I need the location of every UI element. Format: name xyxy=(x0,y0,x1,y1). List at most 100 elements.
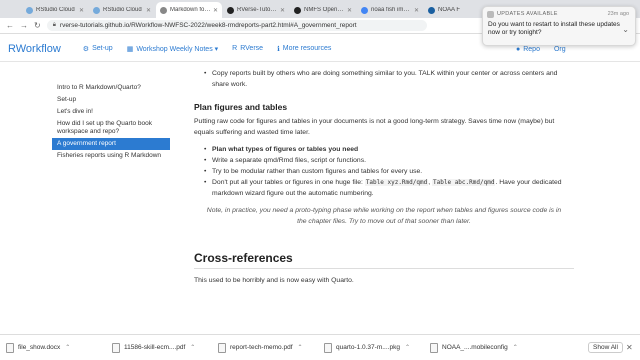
downloads-bar: file_show.docx ⌃ 11586-skill-ecm....pdf … xyxy=(0,334,640,360)
info-icon: ℹ xyxy=(277,45,280,53)
calendar-icon: ▦ xyxy=(126,45,134,53)
download-item[interactable]: 11586-skill-ecm....pdf ⌃ xyxy=(112,342,208,353)
section-heading-plan: Plan figures and tables xyxy=(194,102,288,112)
download-name: 11586-skill-ecm....pdf xyxy=(124,344,186,351)
browser-tab-nmfs[interactable]: NMFS Open Science ✕ xyxy=(290,2,356,18)
toc-item-fisheries-reports[interactable]: Fisheries reports using R Markdown xyxy=(52,150,170,162)
list-item: Write a separate qmd/Rmd files, script o… xyxy=(194,155,574,166)
chevron-up-icon[interactable]: ⌃ xyxy=(513,344,518,351)
download-name: file_show.docx xyxy=(18,344,61,351)
close-icon[interactable]: ✕ xyxy=(278,7,285,14)
rstudio-icon xyxy=(93,6,100,14)
notification-time: 23m ago xyxy=(607,11,629,17)
chevron-up-icon[interactable]: ⌃ xyxy=(298,344,303,351)
browser-tab-rstudio-cloud-2[interactable]: RStudio Cloud ✕ xyxy=(89,2,155,18)
nav-link-resources[interactable]: ℹ More resources xyxy=(277,45,331,53)
r-icon: R xyxy=(232,45,238,52)
file-icon xyxy=(430,342,438,353)
browser-tab-noaa[interactable]: NOAA F xyxy=(424,2,490,18)
toc-item-setup[interactable]: Set-up xyxy=(52,94,170,106)
tab-label: RStudio Cloud xyxy=(36,7,75,13)
toc-item-quarto-setup[interactable]: How did I set up the Quarto book workspa… xyxy=(52,118,170,138)
close-icon[interactable]: ✕ xyxy=(345,7,352,14)
github-icon: ● xyxy=(516,45,521,53)
list-item-bold: Plan what types of figures or tables you… xyxy=(212,146,359,153)
forward-icon[interactable]: → xyxy=(20,21,28,30)
toc-item-dive-in[interactable]: Let's dive in! xyxy=(52,106,170,118)
chevron-down-icon[interactable]: ⌄ xyxy=(622,25,629,34)
download-name: NOAA_....mobileconfig xyxy=(442,344,508,351)
section-heading-cross-references: Cross-references xyxy=(194,251,293,265)
list-item-text: Don't put all your tables or figures in … xyxy=(212,179,365,186)
notification-body: Do you want to restart to install these … xyxy=(488,21,620,36)
noaa-icon xyxy=(428,6,435,14)
file-icon xyxy=(218,342,226,353)
file-icon xyxy=(6,342,14,353)
nav-link-rverse[interactable]: R RVerse xyxy=(232,45,263,52)
tab-label: Markdown for R xyxy=(170,7,211,13)
browser-tab-rverse-tutorials[interactable]: RVerse-Tutorials/C ✕ xyxy=(223,2,289,18)
gear-icon: ⚙ xyxy=(82,45,90,53)
rstudio-icon xyxy=(26,6,33,14)
main-content: Copy reports built by others who are doi… xyxy=(194,62,574,286)
github-icon xyxy=(294,6,301,14)
download-item[interactable]: NOAA_....mobileconfig ⌃ xyxy=(430,342,526,353)
chevron-up-icon[interactable]: ⌃ xyxy=(405,344,410,351)
nav-link-org[interactable]: Org xyxy=(554,46,566,53)
reload-icon[interactable]: ↻ xyxy=(34,21,41,30)
google-icon xyxy=(361,6,368,14)
close-icon[interactable]: ✕ xyxy=(77,7,84,14)
site-brand[interactable]: RWorkflow xyxy=(8,43,61,55)
nav-link-setup[interactable]: ⚙ Set-up xyxy=(83,45,113,53)
file-icon xyxy=(324,342,332,353)
italic-note: Note, in practice, you need a proto-typi… xyxy=(206,207,562,225)
browser-tab-markdown[interactable]: Markdown for R ✕ xyxy=(156,2,222,18)
file-icon xyxy=(112,342,120,353)
inline-code: Table abc.Rmd/qmd xyxy=(432,179,496,186)
tab-label: NMFS Open Science xyxy=(304,7,345,13)
heading-divider xyxy=(194,268,574,269)
download-name: quarto-1.0.37-m....pkg xyxy=(336,344,400,351)
update-notification[interactable]: UPDATES AVAILABLE 23m ago Do you want to… xyxy=(482,6,636,46)
nav-link-label: More resources xyxy=(282,45,332,52)
toc-item-government-report[interactable]: A government report xyxy=(52,138,170,150)
download-name: report-tech-memo.pdf xyxy=(230,344,293,351)
close-icon[interactable]: ✕ xyxy=(626,343,633,352)
download-item[interactable]: quarto-1.0.37-m....pkg ⌃ xyxy=(324,342,420,353)
close-icon[interactable]: ✕ xyxy=(412,7,419,14)
tab-label: RVerse-Tutorials/C xyxy=(237,7,278,13)
toc-item-intro[interactable]: Intro to R Markdown/Quarto? xyxy=(52,82,170,94)
list-item: Don't put all your tables or figures in … xyxy=(194,177,574,199)
url-text: rverse-tutorials.github.io/RWorkflow-NWF… xyxy=(59,22,357,29)
app-icon xyxy=(487,11,494,18)
download-item[interactable]: report-tech-memo.pdf ⌃ xyxy=(218,342,314,353)
inline-code: Table xyz.Rmd/qmd xyxy=(364,179,429,186)
browser-tab-google[interactable]: noaa fish image - G ✕ xyxy=(357,2,423,18)
nav-link-repo[interactable]: ● Repo xyxy=(516,46,540,53)
browser-tab-rstudio-cloud-1[interactable]: RStudio Cloud ✕ xyxy=(22,2,88,18)
plan-list: Plan what types of figures or tables you… xyxy=(194,144,574,199)
paragraph-plan: Putting raw code for figures and tables … xyxy=(194,118,555,136)
nav-link-label: Org xyxy=(553,45,566,53)
github-icon xyxy=(227,6,234,14)
toc-sidebar: Intro to R Markdown/Quarto? Set-up Let's… xyxy=(52,82,170,162)
list-item: Plan what types of figures or tables you… xyxy=(194,144,574,155)
download-item[interactable]: file_show.docx ⌃ xyxy=(6,342,102,353)
page-icon xyxy=(160,6,167,14)
list-item: Copy reports built by others who are doi… xyxy=(194,68,574,90)
nav-link-label: Repo xyxy=(523,45,540,53)
lock-icon: 🔒︎ xyxy=(52,22,56,28)
chevron-up-icon[interactable]: ⌃ xyxy=(190,344,195,351)
nav-link-label: RVerse xyxy=(240,45,264,52)
nav-link-label: Set-up xyxy=(92,45,113,52)
back-icon[interactable]: ← xyxy=(6,21,14,30)
nav-link-label: Workshop Weekly Notes ▾ xyxy=(136,45,219,53)
close-icon[interactable]: ✕ xyxy=(211,7,218,14)
close-icon[interactable]: ✕ xyxy=(144,7,151,14)
nav-link-weekly-notes[interactable]: ▦ Workshop Weekly Notes ▾ xyxy=(127,45,218,53)
url-field[interactable]: 🔒︎ rverse-tutorials.github.io/RWorkflow-… xyxy=(46,20,427,31)
chevron-up-icon[interactable]: ⌃ xyxy=(65,344,70,351)
show-all-button[interactable]: Show All xyxy=(588,342,623,353)
list-item: Try to be modular rather than custom fig… xyxy=(194,166,574,177)
tab-label: noaa fish image - G xyxy=(371,7,412,13)
